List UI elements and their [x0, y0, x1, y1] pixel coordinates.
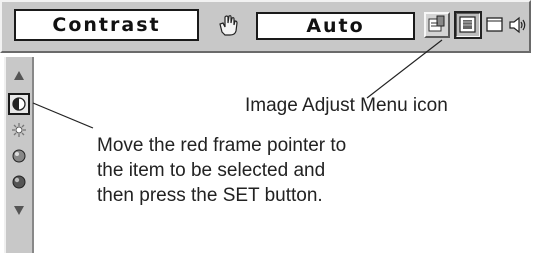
pointer-callout-line-3: then press the SET button. — [97, 185, 323, 206]
pointer-callout-line-1: Move the red frame pointer to — [97, 135, 347, 156]
menu-icon-callout: Image Adjust Menu icon — [245, 95, 448, 116]
callout-lines — [32, 39, 443, 129]
pointer-callout-line-2: the item to be selected and — [97, 160, 326, 181]
pointer-leader-line — [32, 102, 94, 129]
menu-icon-leader-line — [366, 39, 443, 99]
